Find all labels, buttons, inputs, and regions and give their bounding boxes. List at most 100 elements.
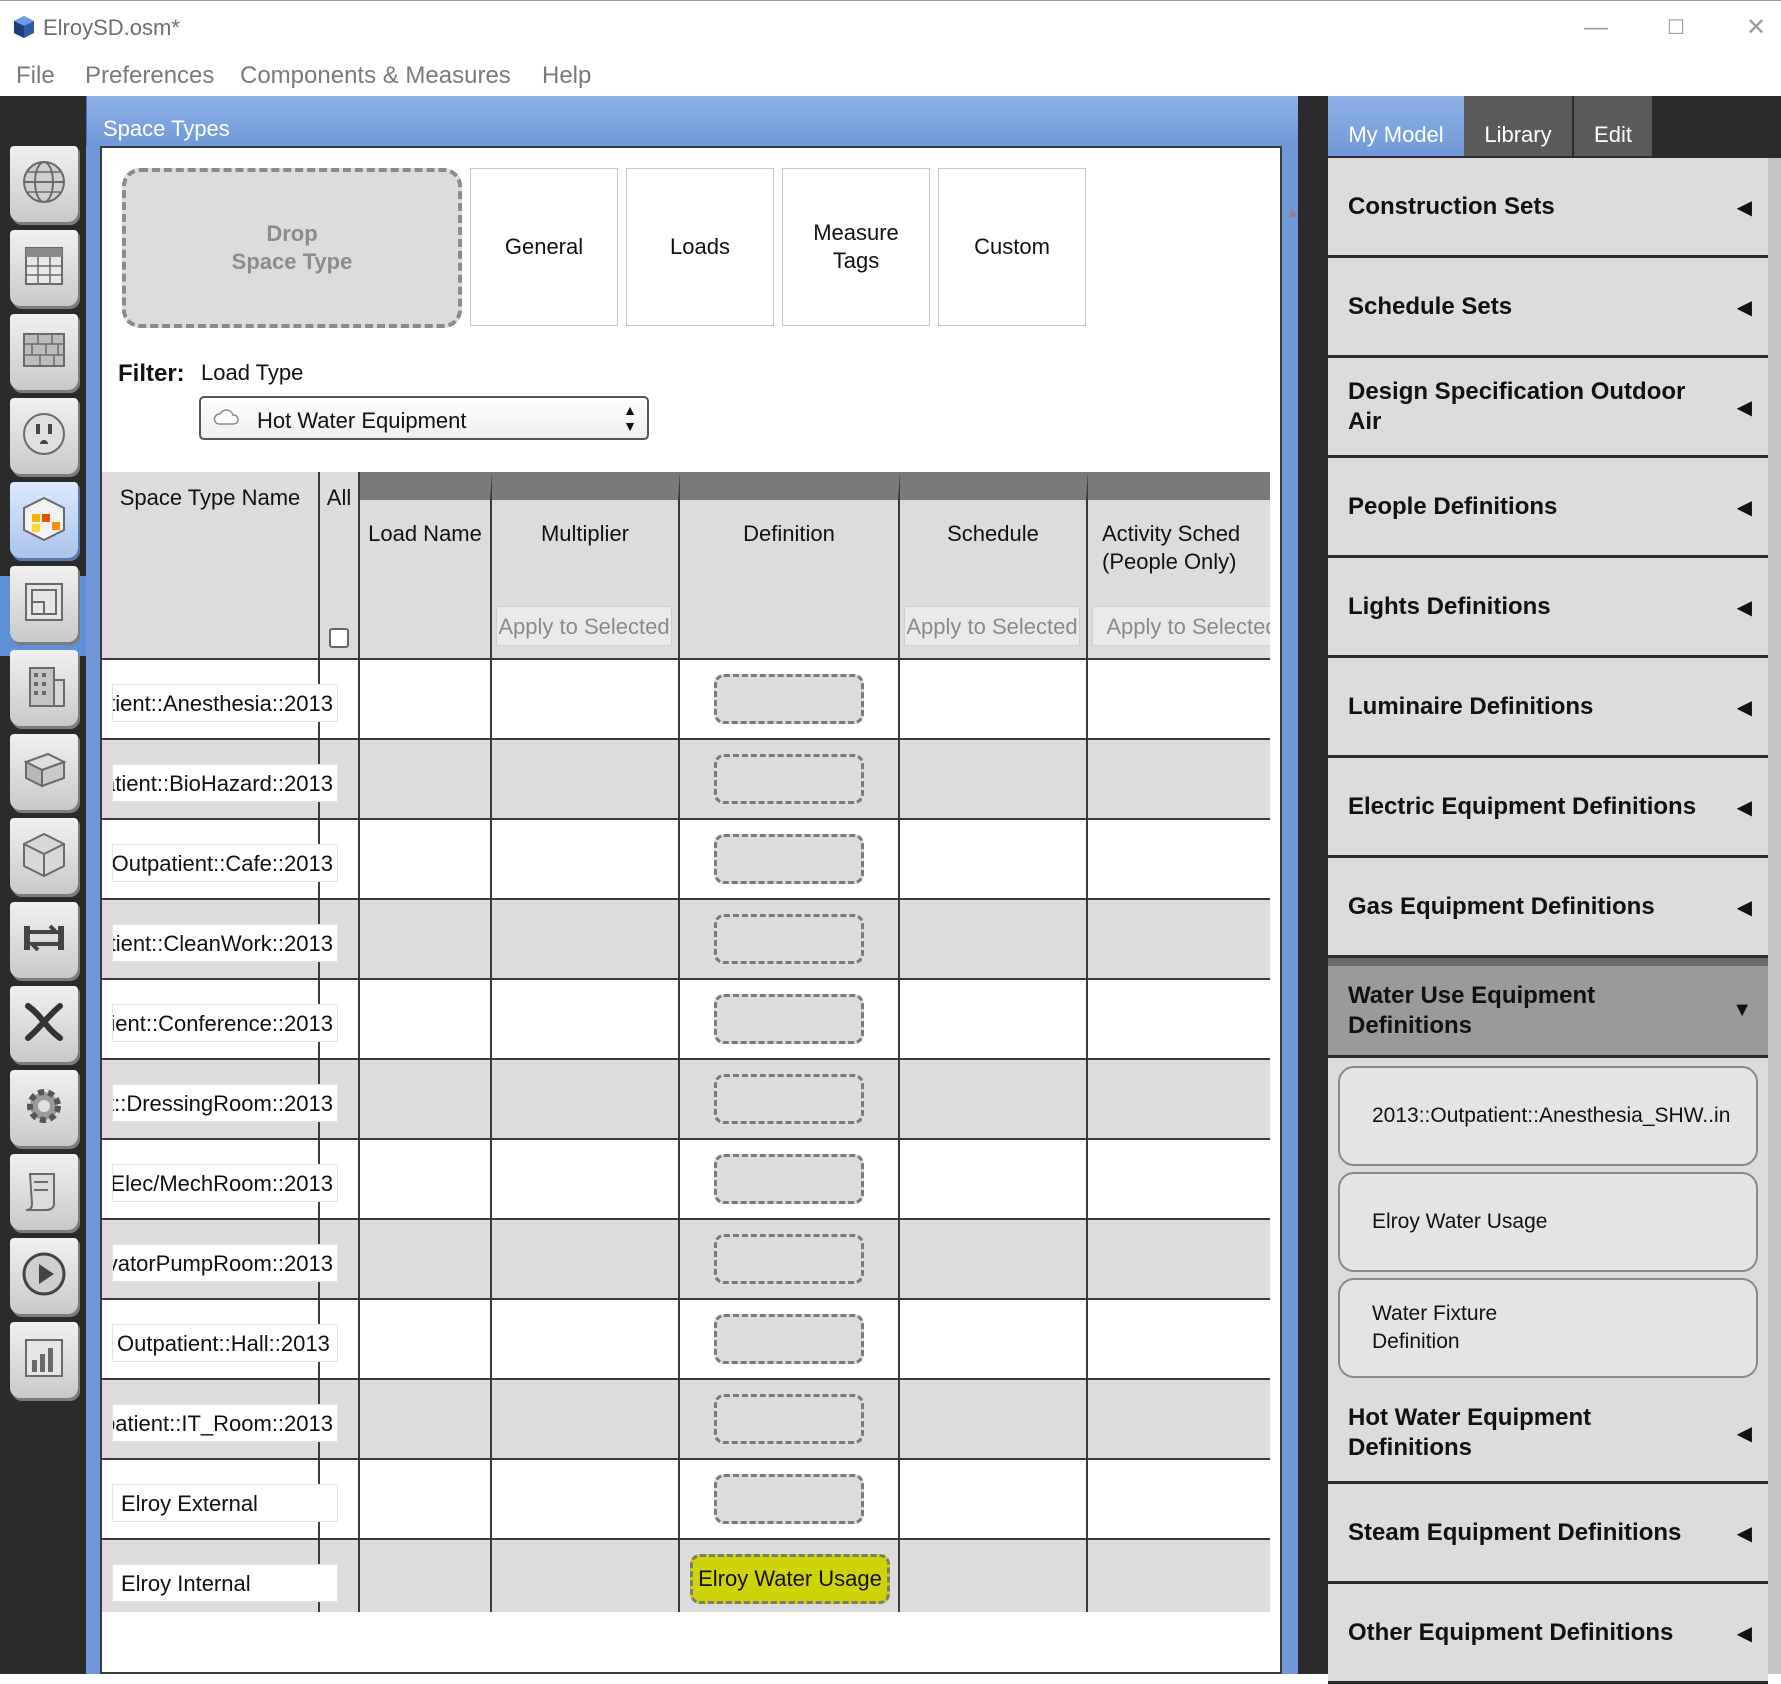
select-cell[interactable] — [320, 1380, 360, 1460]
definition-drop-zone[interactable] — [714, 1234, 864, 1284]
table-row[interactable]: 2013::Outpatient::Cafe — [102, 820, 1270, 900]
load-name-cell[interactable] — [360, 1460, 492, 1540]
tool-site[interactable] — [10, 146, 78, 222]
select-cell[interactable] — [320, 1540, 360, 1612]
activity-cell[interactable] — [1088, 1060, 1270, 1140]
schedule-cell[interactable] — [900, 1140, 1088, 1220]
multiplier-cell[interactable] — [492, 900, 680, 980]
table-row[interactable]: 2013::Outpatient::Conference — [102, 980, 1270, 1060]
schedule-cell[interactable] — [900, 740, 1088, 820]
multiplier-cell[interactable] — [492, 1060, 680, 1140]
multiplier-cell[interactable] — [492, 1300, 680, 1380]
load-name-cell[interactable] — [360, 1220, 492, 1300]
library-item[interactable]: Water Fixture Definition — [1338, 1278, 1758, 1378]
tab-my-model[interactable]: My Model — [1328, 96, 1464, 156]
load-name-cell[interactable] — [360, 820, 492, 900]
table-row[interactable]: 2013::Outpatient::BioHazard — [102, 740, 1270, 820]
load-name-cell[interactable] — [360, 660, 492, 740]
definition-cell[interactable] — [680, 820, 900, 900]
name-cell[interactable]: 2013::Outpatient::Elec/MechRoom — [102, 1140, 338, 1220]
multiplier-cell[interactable] — [492, 1380, 680, 1460]
activity-cell[interactable] — [1088, 1380, 1270, 1460]
select-cell[interactable] — [320, 1140, 360, 1220]
name-cell[interactable]: 2013::Outpatient::BioHazard — [102, 740, 338, 820]
schedule-cell[interactable] — [900, 1300, 1088, 1380]
definition-cell[interactable] — [680, 1220, 900, 1300]
schedule-cell[interactable] — [900, 660, 1088, 740]
definition-drop-zone[interactable] — [714, 1314, 864, 1364]
tab-loads[interactable]: Loads — [626, 168, 774, 326]
definition-cell[interactable] — [680, 980, 900, 1060]
activity-cell[interactable] — [1088, 1540, 1270, 1612]
multiplier-cell[interactable] — [492, 820, 680, 900]
load-name-cell[interactable] — [360, 1540, 492, 1612]
space-type-name-field[interactable]: 2013::Outpatient::Hall — [112, 1324, 338, 1362]
select-cell[interactable] — [320, 740, 360, 820]
tool-space-types[interactable] — [10, 482, 78, 558]
drop-space-type-zone[interactable]: Drop Space Type — [122, 168, 462, 328]
schedule-cell[interactable] — [900, 1540, 1088, 1612]
library-section[interactable]: Steam Equipment Definitions ◀ — [1328, 1484, 1768, 1584]
tool-variables[interactable] — [10, 986, 78, 1062]
activity-cell[interactable] — [1088, 820, 1270, 900]
name-cell[interactable]: 2013::Outpatient::Conference — [102, 980, 338, 1060]
library-section[interactable]: Electric Equipment Definitions ◀ — [1328, 758, 1768, 858]
close-button[interactable]: ✕ — [1736, 13, 1776, 43]
activity-apply-button[interactable]: Apply to Selected — [1092, 606, 1270, 646]
space-type-name-field[interactable]: 2013::Outpatient::Conference — [112, 1004, 338, 1042]
table-row[interactable]: Elroy External — [102, 1460, 1270, 1540]
definition-cell[interactable] — [680, 660, 900, 740]
library-item[interactable]: Elroy Water Usage — [1338, 1172, 1758, 1272]
space-type-name-field[interactable]: 2013::Outpatient::ElevatorPumpRoom — [112, 1244, 338, 1282]
definition-cell[interactable] — [680, 1380, 900, 1460]
schedule-cell[interactable] — [900, 1220, 1088, 1300]
select-cell[interactable] — [320, 1220, 360, 1300]
library-section[interactable]: Lights Definitions ◀ — [1328, 558, 1768, 658]
multiplier-cell[interactable] — [492, 1460, 680, 1540]
space-type-name-field[interactable]: 2013::Outpatient::IT_Room — [112, 1404, 338, 1442]
table-row[interactable]: 2013::Outpatient::Hall — [102, 1300, 1270, 1380]
select-cell[interactable] — [320, 1460, 360, 1540]
table-row[interactable]: 2013::Outpatient::Anesthesia — [102, 660, 1270, 740]
library-section[interactable]: Other Equipment Definitions ◀ — [1328, 1584, 1768, 1684]
load-name-cell[interactable] — [360, 980, 492, 1060]
schedule-cell[interactable] — [900, 1060, 1088, 1140]
activity-cell[interactable] — [1088, 1220, 1270, 1300]
library-section[interactable]: Construction Sets ◀ — [1328, 158, 1768, 258]
multiplier-apply-button[interactable]: Apply to Selected — [496, 606, 672, 646]
name-cell[interactable]: 2013::Outpatient::DressingRoom — [102, 1060, 338, 1140]
schedule-cell[interactable] — [900, 1380, 1088, 1460]
schedule-cell[interactable] — [900, 820, 1088, 900]
library-section[interactable]: Schedule Sets ◀ — [1328, 258, 1768, 358]
select-cell[interactable] — [320, 900, 360, 980]
space-type-name-field[interactable]: Elroy Internal — [112, 1564, 338, 1602]
table-row[interactable]: 2013::Outpatient::IT_Room — [102, 1380, 1270, 1460]
name-cell[interactable]: 2013::Outpatient::Hall — [102, 1300, 338, 1380]
definition-cell[interactable] — [680, 900, 900, 980]
space-type-name-field[interactable]: 2013::Outpatient::Cafe — [112, 844, 338, 882]
activity-cell[interactable] — [1088, 660, 1270, 740]
tool-hvac[interactable] — [10, 902, 78, 978]
name-cell[interactable]: 2013::Outpatient::Anesthesia — [102, 660, 338, 740]
name-cell[interactable]: Elroy Internal — [102, 1540, 338, 1612]
load-name-cell[interactable] — [360, 1300, 492, 1380]
tool-spaces[interactable] — [10, 734, 78, 810]
menu-components-measures[interactable]: Components & Measures — [240, 62, 511, 90]
load-name-cell[interactable] — [360, 900, 492, 980]
definition-drop-zone[interactable] — [714, 1474, 864, 1524]
tool-thermal-zones[interactable] — [10, 818, 78, 894]
multiplier-cell[interactable] — [492, 980, 680, 1060]
name-cell[interactable]: 2013::Outpatient::IT_Room — [102, 1380, 338, 1460]
select-cell[interactable] — [320, 660, 360, 740]
library-item[interactable]: 2013::Outpatient::Anesthesia_SHW..in — [1338, 1066, 1758, 1166]
tool-measures[interactable] — [10, 1154, 78, 1230]
select-cell[interactable] — [320, 1060, 360, 1140]
load-name-cell[interactable] — [360, 1380, 492, 1460]
tab-measure-tags[interactable]: Measure Tags — [782, 168, 930, 326]
tool-geometry[interactable] — [10, 566, 78, 642]
space-type-name-field[interactable]: 2013::Outpatient::DressingRoom — [112, 1084, 338, 1122]
menu-file[interactable]: File — [16, 62, 55, 90]
activity-cell[interactable] — [1088, 980, 1270, 1060]
multiplier-cell[interactable] — [492, 1220, 680, 1300]
name-cell[interactable]: 2013::Outpatient::Cafe — [102, 820, 338, 900]
